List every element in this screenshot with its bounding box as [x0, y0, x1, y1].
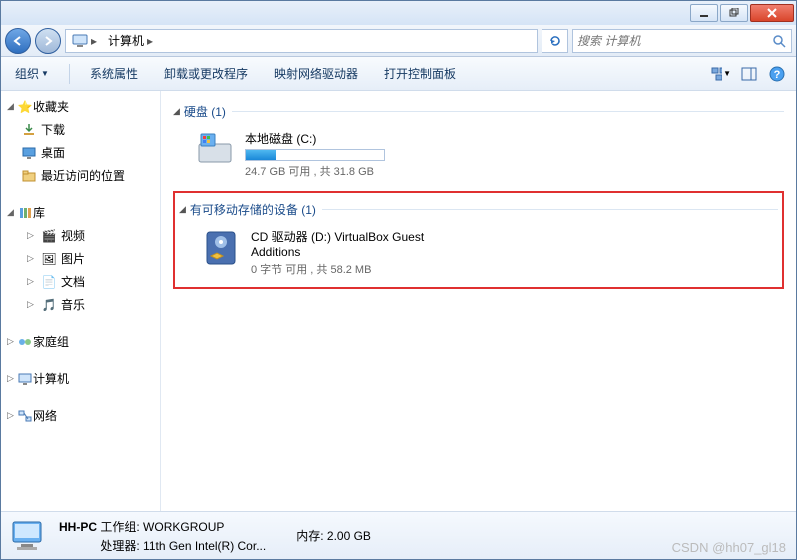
computer-icon: [72, 33, 88, 49]
video-icon: 🎬: [41, 228, 57, 244]
body: ◢⭐收藏夹 下载 桌面 最近访问的位置 ◢库 ▷🎬视频 ▷🖼图片 ▷📄文档 ▷🎵…: [1, 91, 796, 511]
search-box[interactable]: [572, 29, 792, 53]
expand-icon: ▷: [27, 253, 37, 264]
minimize-button[interactable]: [690, 4, 718, 22]
sidebar-downloads[interactable]: 下载: [1, 118, 160, 141]
chevron-right-icon: ▸: [88, 34, 100, 48]
drive-info: 0 字节 可用 , 共 58.2 MB: [251, 261, 441, 277]
refresh-button[interactable]: [542, 29, 568, 53]
hdd-icon: [195, 130, 235, 170]
close-button[interactable]: [750, 4, 794, 22]
sidebar-computer[interactable]: ▷计算机: [1, 367, 160, 390]
library-icon: [17, 205, 33, 221]
drive-cd[interactable]: CD 驱动器 (D:) VirtualBox Guest Additions 0…: [179, 222, 778, 283]
homegroup-icon: [17, 334, 33, 350]
highlight-annotation: ◢有可移动存储的设备 (1) CD 驱动器 (D:) VirtualBox Gu…: [173, 191, 784, 289]
drive-c[interactable]: 本地磁盘 (C:) 24.7 GB 可用 , 共 31.8 GB: [173, 124, 784, 185]
map-network-drive-button[interactable]: 映射网络驱动器: [268, 61, 364, 86]
desktop-icon: [21, 145, 37, 161]
search-icon: [771, 33, 787, 49]
music-icon: 🎵: [41, 297, 57, 313]
sidebar-favorites[interactable]: ◢⭐收藏夹: [1, 95, 160, 118]
breadcrumb-label: 计算机: [108, 32, 144, 49]
removable-section-header[interactable]: ◢有可移动存储的设备 (1): [179, 197, 778, 222]
view-options-button[interactable]: ▼: [710, 63, 732, 85]
hdd-section-header[interactable]: ◢硬盘 (1): [173, 99, 784, 124]
drive-info: 24.7 GB 可用 , 共 31.8 GB: [245, 163, 385, 179]
drive-title: 本地磁盘 (C:): [245, 130, 385, 147]
expand-icon: ▷: [7, 373, 17, 384]
expand-icon: ▷: [7, 410, 17, 421]
computer-icon: [9, 516, 49, 556]
sidebar-homegroup[interactable]: ▷家庭组: [1, 330, 160, 353]
breadcrumb-root[interactable]: ▸: [68, 30, 104, 52]
address-bar: ▸ 计算机 ▸: [1, 25, 796, 57]
chevron-right-icon: ▸: [144, 34, 156, 48]
picture-icon: 🖼: [41, 251, 57, 267]
organize-menu[interactable]: 组织 ▼: [9, 61, 55, 86]
toolbar: 组织 ▼ 系统属性 卸载或更改程序 映射网络驱动器 打开控制面板 ▼ ?: [1, 57, 796, 91]
search-input[interactable]: [577, 34, 771, 48]
navigation-pane[interactable]: ◢⭐收藏夹 下载 桌面 最近访问的位置 ◢库 ▷🎬视频 ▷🖼图片 ▷📄文档 ▷🎵…: [1, 91, 161, 511]
recent-icon: [21, 168, 37, 184]
document-icon: 📄: [41, 274, 57, 290]
separator: [69, 64, 70, 84]
network-icon: [17, 408, 33, 424]
collapse-icon: ◢: [7, 101, 17, 112]
star-icon: ⭐: [17, 99, 33, 115]
computer-name: HH-PC: [59, 520, 97, 534]
collapse-icon: ◢: [179, 204, 186, 215]
expand-icon: ▷: [27, 276, 37, 287]
sidebar-network[interactable]: ▷网络: [1, 404, 160, 427]
chevron-down-icon: ▼: [41, 69, 49, 78]
collapse-icon: ◢: [7, 207, 17, 218]
drive-title: CD 驱动器 (D:) VirtualBox Guest Additions: [251, 228, 441, 259]
expand-icon: ▷: [27, 299, 37, 310]
sidebar-music[interactable]: ▷🎵音乐: [1, 293, 160, 316]
cd-drive-icon: [201, 228, 241, 268]
sidebar-documents[interactable]: ▷📄文档: [1, 270, 160, 293]
details-pane: HH-PC 工作组: WORKGROUP HH-PC 处理器: 11th Gen…: [1, 511, 796, 559]
maximize-button[interactable]: [720, 4, 748, 22]
help-button[interactable]: ?: [766, 63, 788, 85]
sidebar-desktop[interactable]: 桌面: [1, 141, 160, 164]
back-button[interactable]: [5, 28, 31, 54]
breadcrumb-computer[interactable]: 计算机 ▸: [104, 30, 160, 52]
svg-text:?: ?: [774, 69, 781, 81]
sidebar-pictures[interactable]: ▷🖼图片: [1, 247, 160, 270]
collapse-icon: ◢: [173, 106, 180, 117]
download-icon: [21, 122, 37, 138]
control-panel-button[interactable]: 打开控制面板: [378, 61, 462, 86]
sidebar-recent[interactable]: 最近访问的位置: [1, 164, 160, 187]
system-properties-button[interactable]: 系统属性: [84, 61, 144, 86]
content-pane: ◢硬盘 (1) 本地磁盘 (C:) 24.7 GB 可用 , 共 31.8 GB…: [161, 91, 796, 511]
uninstall-programs-button[interactable]: 卸载或更改程序: [158, 61, 254, 86]
expand-icon: ▷: [7, 336, 17, 347]
window-titlebar: [1, 1, 796, 25]
sidebar-videos[interactable]: ▷🎬视频: [1, 224, 160, 247]
space-bar: [245, 149, 385, 161]
computer-icon: [17, 371, 33, 387]
expand-icon: ▷: [27, 230, 37, 241]
sidebar-libraries[interactable]: ◢库: [1, 201, 160, 224]
forward-button[interactable]: [35, 28, 61, 54]
breadcrumb[interactable]: ▸ 计算机 ▸: [65, 29, 538, 53]
preview-pane-button[interactable]: [738, 63, 760, 85]
